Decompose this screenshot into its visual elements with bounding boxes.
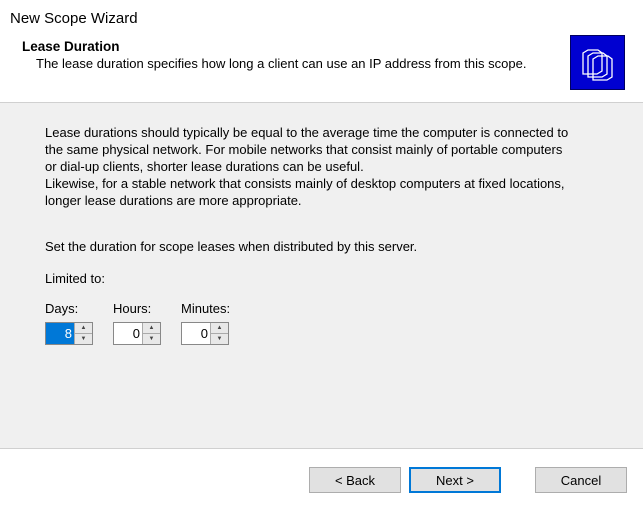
minutes-group: Minutes: ▲ ▼: [181, 301, 230, 345]
wizard-button-bar: < Back Next > Cancel: [0, 449, 643, 493]
days-stepper[interactable]: ▲ ▼: [45, 322, 93, 345]
description-paragraph-2: Likewise, for a stable network that cons…: [45, 176, 575, 210]
hours-stepper[interactable]: ▲ ▼: [113, 322, 161, 345]
hours-input[interactable]: [114, 323, 142, 344]
back-button[interactable]: < Back: [309, 467, 401, 493]
minutes-input[interactable]: [182, 323, 210, 344]
limited-to-label: Limited to:: [45, 271, 598, 286]
hours-down-button[interactable]: ▼: [143, 334, 160, 344]
days-group: Days: ▲ ▼: [45, 301, 93, 345]
page-subtitle: The lease duration specifies how long a …: [22, 56, 570, 71]
wizard-header: Lease Duration The lease duration specif…: [0, 31, 643, 102]
days-down-button[interactable]: ▼: [75, 334, 92, 344]
days-label: Days:: [45, 301, 93, 316]
set-duration-text: Set the duration for scope leases when d…: [45, 239, 598, 254]
minutes-down-button[interactable]: ▼: [211, 334, 228, 344]
duration-spinners: Days: ▲ ▼ Hours: ▲ ▼ Minutes:: [45, 301, 598, 345]
hours-group: Hours: ▲ ▼: [113, 301, 161, 345]
folders-icon: [570, 35, 625, 90]
description-paragraph-1: Lease durations should typically be equa…: [45, 125, 575, 176]
next-button[interactable]: Next >: [409, 467, 501, 493]
window-title: New Scope Wizard: [0, 0, 643, 31]
minutes-up-button[interactable]: ▲: [211, 323, 228, 334]
days-input[interactable]: [46, 323, 74, 344]
hours-up-button[interactable]: ▲: [143, 323, 160, 334]
days-up-button[interactable]: ▲: [75, 323, 92, 334]
wizard-content: Lease durations should typically be equa…: [0, 102, 643, 449]
cancel-button[interactable]: Cancel: [535, 467, 627, 493]
minutes-stepper[interactable]: ▲ ▼: [181, 322, 229, 345]
minutes-label: Minutes:: [181, 301, 230, 316]
page-title: Lease Duration: [22, 39, 570, 54]
hours-label: Hours:: [113, 301, 161, 316]
